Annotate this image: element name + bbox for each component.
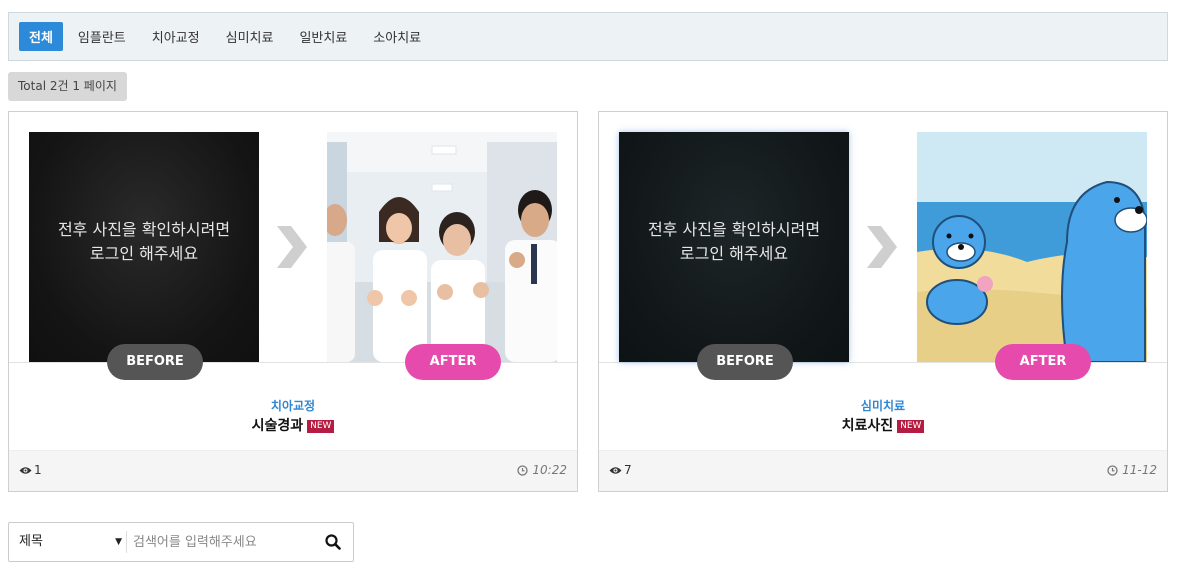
- total-count-badge: Total 2건 1 페이지: [8, 72, 127, 101]
- caret-down-icon: ▼: [115, 537, 122, 547]
- post-time-value: 11-12: [1122, 463, 1157, 477]
- eye-icon: [19, 466, 32, 474]
- login-message-line2: 로그인 해주세요: [679, 244, 789, 263]
- search-icon: [325, 534, 341, 550]
- card-title-row[interactable]: 시술경과 NEW: [9, 415, 577, 435]
- new-badge: NEW: [307, 420, 335, 433]
- login-required-message: 전후 사진을 확인하시려면 로그인 해주세요: [29, 132, 259, 362]
- search-field-select[interactable]: 제목 ▼: [9, 531, 127, 553]
- before-button[interactable]: BEFORE: [107, 344, 203, 380]
- before-after-area: 전후 사진을 확인하시려면 로그인 해주세요: [599, 112, 1167, 363]
- after-button[interactable]: AFTER: [405, 344, 501, 380]
- card-title[interactable]: 시술경과: [252, 418, 304, 434]
- after-button[interactable]: AFTER: [995, 344, 1091, 380]
- login-message-line1: 전후 사진을 확인하시려면: [57, 220, 231, 239]
- post-time: 11-12: [1107, 463, 1157, 477]
- search-button[interactable]: [313, 523, 353, 561]
- tab-orthodontics[interactable]: 치아교정: [152, 27, 200, 46]
- card-title-row[interactable]: 치료사진 NEW: [599, 415, 1167, 435]
- view-count-value: 7: [624, 463, 632, 477]
- new-badge: NEW: [897, 420, 925, 433]
- login-message-line1: 전후 사진을 확인하시려면: [647, 220, 821, 239]
- chevron-right-icon: [277, 226, 307, 268]
- tab-all[interactable]: 전체: [19, 22, 63, 51]
- card-footer: 1 10:22: [9, 450, 577, 491]
- after-image[interactable]: [917, 132, 1147, 362]
- post-time: 10:22: [517, 463, 567, 477]
- search-field-selected: 제목: [19, 534, 43, 549]
- before-button[interactable]: BEFORE: [697, 344, 793, 380]
- eye-icon: [609, 466, 622, 474]
- before-after-area: 전후 사진을 확인하시려면 로그인 해주세요: [9, 112, 577, 363]
- login-message-line2: 로그인 해주세요: [89, 244, 199, 263]
- search-input[interactable]: [127, 527, 313, 557]
- gallery-card[interactable]: 전후 사진을 확인하시려면 로그인 해주세요 BEFORE AFTER 치아교정…: [8, 111, 578, 492]
- tab-general[interactable]: 일반치료: [299, 27, 347, 46]
- category-tab-bar: 전체 임플란트 치아교정 심미치료 일반치료 소아치료: [8, 12, 1168, 61]
- post-time-value: 10:22: [532, 463, 567, 477]
- login-required-message: 전후 사진을 확인하시려면 로그인 해주세요: [619, 132, 849, 362]
- tab-implant[interactable]: 임플란트: [78, 27, 126, 46]
- clock-icon: [517, 464, 529, 476]
- card-footer: 7 11-12: [599, 450, 1167, 491]
- gallery-card[interactable]: 전후 사진을 확인하시려면 로그인 해주세요 BEFORE AFTER 심미치료…: [598, 111, 1168, 492]
- card-category: 심미치료: [860, 399, 906, 413]
- tab-aesthetic[interactable]: 심미치료: [226, 27, 274, 46]
- tab-pediatric[interactable]: 소아치료: [373, 27, 421, 46]
- view-count: 7: [609, 463, 632, 477]
- search-form: 제목 ▼: [8, 522, 354, 562]
- clock-icon: [1107, 464, 1118, 476]
- view-count-value: 1: [34, 463, 42, 477]
- chevron-right-icon: [867, 226, 897, 268]
- after-image[interactable]: [327, 132, 557, 362]
- card-category: 치아교정: [270, 399, 316, 413]
- view-count: 1: [19, 463, 42, 477]
- card-title[interactable]: 치료사진: [842, 418, 894, 434]
